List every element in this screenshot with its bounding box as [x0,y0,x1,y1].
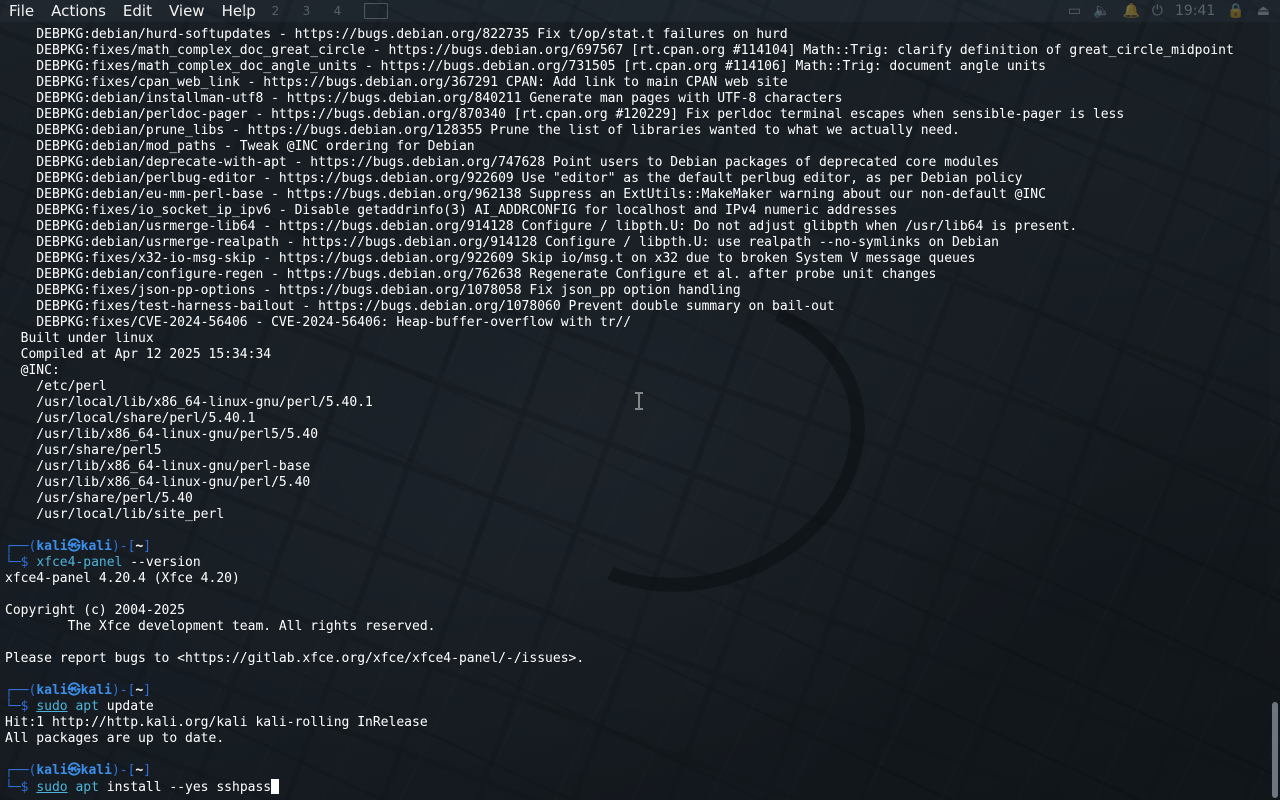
terminal-line: DEBPKG:debian/mod_paths - Tweak @INC ord… [5,139,475,154]
prompt-line: ┌──(kali㉿kali)-[~] [5,763,1270,779]
prompt-user: kali㉿kali [36,763,112,778]
terminal-line: DEBPKG:debian/configure-regen - https://… [5,267,937,282]
prompt-separator: )-[ [111,539,136,554]
system-tray: ▭ 🔈 🔔 ⏻ 19:41 🔒 ⏏ [1068,0,1280,22]
terminal-menubar: File Actions Edit View Help 1 2 3 4 ▭ 🔈 … [0,0,1280,22]
prompt-separator: )-[ [111,763,136,778]
terminal-line: DEBPKG:debian/usrmerge-realpath - https:… [5,235,999,250]
clock[interactable]: 19:41 [1175,3,1215,19]
command-output-line: Hit:1 http://http.kali.org/kali kali-rol… [5,715,428,730]
prompt-dollar: └─$ [5,699,37,714]
terminal-line: DEBPKG:fixes/test-harness-bailout - http… [5,299,835,314]
power-icon[interactable]: ⏻ [1152,0,1163,22]
terminal-line: /usr/lib/x86_64-linux-gnu/perl5/5.40 [5,427,319,442]
logout-icon[interactable]: ⏏ [1257,0,1270,22]
workspace-switcher: 1 2 3 4 [232,3,388,19]
terminal-line: DEBPKG:fixes/math_complex_doc_angle_unit… [5,59,1046,74]
menu-view[interactable]: View [160,0,213,22]
terminal-line: /usr/share/perl5 [5,443,162,458]
scrollbar-thumb[interactable] [1272,702,1278,798]
terminal-line: DEBPKG:fixes/cpan_web_link - https://bug… [5,75,788,90]
terminal-line: DEBPKG:fixes/io_socket_ip_ipv6 - Disable… [5,203,898,218]
command-output-line [5,635,1270,651]
terminal-line: DEBPKG:fixes/json-pp-options - https://b… [5,283,741,298]
terminal-line: Compiled at Apr 12 2025 15:34:34 [5,347,272,362]
command-token: sudo [36,780,68,795]
command-output-line: Please report bugs to <https://gitlab.xf… [5,651,585,666]
command-token: --version [122,555,201,570]
command-output-line: xfce4-panel 4.20.4 (Xfce 4.20) [5,571,240,586]
terminal-line: /usr/share/perl/5.40 [5,491,193,506]
terminal-line: DEBPKG:debian/prune_libs - https://bugs.… [5,123,960,138]
terminal-output[interactable]: DEBPKG:debian/hurd-softupdates - https:/… [5,27,1270,795]
terminal-line: DEBPKG:debian/perlbug-editor - https://b… [5,171,1023,186]
terminal-line: /usr/lib/x86_64-linux-gnu/perl-base [5,459,311,474]
prompt-line: ┌──(kali㉿kali)-[~] [5,683,1270,699]
terminal-line: @INC: [5,363,60,378]
terminal-cursor [271,779,280,794]
screen-icon[interactable]: ▭ [1068,0,1081,22]
workspace-4[interactable]: 4 [325,3,350,19]
terminal-window[interactable]: DEBPKG:debian/hurd-softupdates - https:/… [0,22,1270,800]
command-token: apt [67,699,99,714]
workspace-2[interactable]: 2 [263,3,288,19]
text-cursor-icon [635,392,643,410]
terminal-line: DEBPKG:fixes/math_complex_doc_great_circ… [5,43,1234,58]
command-line: └─$ sudo apt install --yes sshpass [5,779,1270,795]
command-output-line [5,587,1270,603]
command-output-line: Copyright (c) 2004-2025 [5,603,186,618]
prompt-corner: ┌──( [5,683,37,698]
command-token: update [98,699,154,714]
menu-edit[interactable]: Edit [114,0,160,22]
command-token: apt [67,780,99,795]
prompt-corner: ┌──( [5,763,37,778]
terminal-scrollbar[interactable] [1270,22,1280,800]
terminal-line: DEBPKG:debian/installman-utf8 - https://… [5,91,843,106]
terminal-line: Built under linux [5,331,154,346]
terminal-line: /usr/local/share/perl/5.40.1 [5,411,256,426]
prompt-separator: )-[ [111,683,136,698]
command-token: xfce4-panel [36,555,123,570]
prompt-bracket: ] [143,539,152,554]
terminal-line: DEBPKG:fixes/CVE-2024-56406 - CVE-2024-5… [5,315,632,330]
command-token: install --yes sshpass [98,780,272,795]
terminal-line: DEBPKG:debian/deprecate-with-apt - https… [5,155,999,170]
terminal-line: DEBPKG:debian/eu-mm-perl-base - https://… [5,187,1046,202]
menu-actions[interactable]: Actions [42,0,114,22]
prompt-user: kali㉿kali [36,539,112,554]
command-line: └─$ xfce4-panel --version [5,555,1270,571]
prompt-corner: ┌──( [5,539,37,554]
bell-icon[interactable]: 🔔 [1122,0,1139,22]
prompt-dollar: └─$ [5,555,37,570]
workspace-1[interactable]: 1 [232,3,257,19]
terminal-line: /usr/lib/x86_64-linux-gnu/perl/5.40 [5,475,311,490]
lock-icon[interactable]: 🔒 [1227,0,1244,22]
terminal-line: DEBPKG:fixes/x32-io-msg-skip - https://b… [5,251,976,266]
menu-file[interactable]: File [0,0,42,22]
prompt-dollar: └─$ [5,780,37,795]
terminal-line: DEBPKG:debian/hurd-softupdates - https:/… [5,27,788,42]
terminal-line: /usr/local/lib/site_perl [5,507,225,522]
prompt-bracket: ] [143,683,152,698]
prompt-bracket: ] [143,763,152,778]
command-output-line: The Xfce development team. All rights re… [5,619,436,634]
command-line: └─$ sudo apt update [5,699,1270,715]
prompt-user: kali㉿kali [36,683,112,698]
terminal-window-icon[interactable] [364,3,388,19]
command-output-line: All packages are up to date. [5,731,225,746]
volume-icon[interactable]: 🔈 [1093,0,1110,22]
workspace-3[interactable]: 3 [294,3,319,19]
prompt-line: ┌──(kali㉿kali)-[~] [5,539,1270,555]
terminal-line: DEBPKG:debian/perldoc-pager - https://bu… [5,107,1125,122]
command-token: sudo [36,699,68,714]
menu: File Actions Edit View Help [0,0,264,22]
terminal-line: DEBPKG:debian/usrmerge-lib64 - https://b… [5,219,1078,234]
